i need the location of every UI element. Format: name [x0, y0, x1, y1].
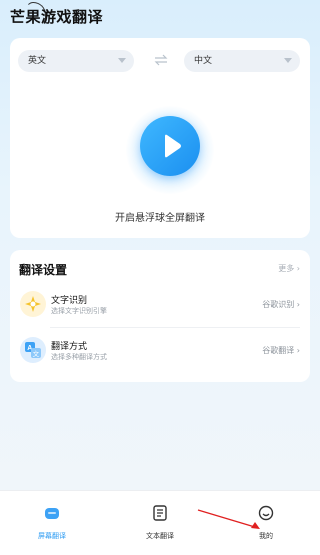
- swap-languages-icon[interactable]: [154, 54, 168, 66]
- annotation-arrow-icon: [197, 509, 260, 529]
- document-icon: [153, 505, 167, 521]
- chevron-down-icon: [284, 58, 292, 63]
- translate-card: 英文 中文 开启悬浮球全屏翻译: [10, 38, 310, 238]
- app-title: 芒果游戏翻译: [10, 8, 104, 26]
- ocr-subtitle: 选择文字识别引擎: [51, 307, 107, 315]
- ocr-icon-wrap: [20, 291, 46, 317]
- settings-title: 翻译设置: [19, 263, 68, 277]
- chevron-down-icon: [118, 58, 126, 63]
- settings-card: 翻译设置 更多 › 文字识别 选择文字识别引擎 谷歌识别 › A 文 翻译方式 …: [10, 250, 310, 382]
- translation-method-row[interactable]: A 文 翻译方式 选择多种翻译方式 谷歌翻译 ›: [10, 328, 310, 374]
- svg-text:文: 文: [33, 349, 40, 358]
- ocr-engine-row[interactable]: 文字识别 选择文字识别引擎 谷歌识别 ›: [10, 282, 310, 328]
- tab-label: 屏幕翻译: [38, 532, 66, 540]
- play-icon: [165, 134, 181, 158]
- more-link[interactable]: 更多 ›: [278, 263, 300, 274]
- source-language-label: 英文: [28, 56, 47, 66]
- target-language-label: 中文: [194, 56, 213, 66]
- translation-method-value: 谷歌翻译 ›: [262, 346, 300, 355]
- translation-icon-wrap: A 文: [20, 337, 46, 363]
- tab-text-translate[interactable]: 文本翻译: [130, 497, 190, 547]
- ocr-title: 文字识别: [51, 296, 88, 306]
- ocr-text-icon: [25, 296, 41, 312]
- source-language-select[interactable]: 英文: [18, 50, 134, 72]
- tab-screen-translate[interactable]: 屏幕翻译: [22, 497, 82, 547]
- target-language-select[interactable]: 中文: [184, 50, 300, 72]
- bottom-tab-bar: 屏幕翻译 文本翻译 我的: [0, 490, 320, 555]
- floating-ball-label: 开启悬浮球全屏翻译: [115, 213, 205, 224]
- game-controller-icon: [45, 508, 59, 519]
- ocr-value: 谷歌识别 ›: [262, 300, 300, 309]
- translation-method-subtitle: 选择多种翻译方式: [51, 353, 107, 361]
- tab-label: 文本翻译: [146, 532, 174, 540]
- translate-icon: A 文: [25, 342, 41, 358]
- start-floating-ball-button[interactable]: [140, 116, 200, 176]
- translation-method-title: 翻译方式: [51, 342, 88, 352]
